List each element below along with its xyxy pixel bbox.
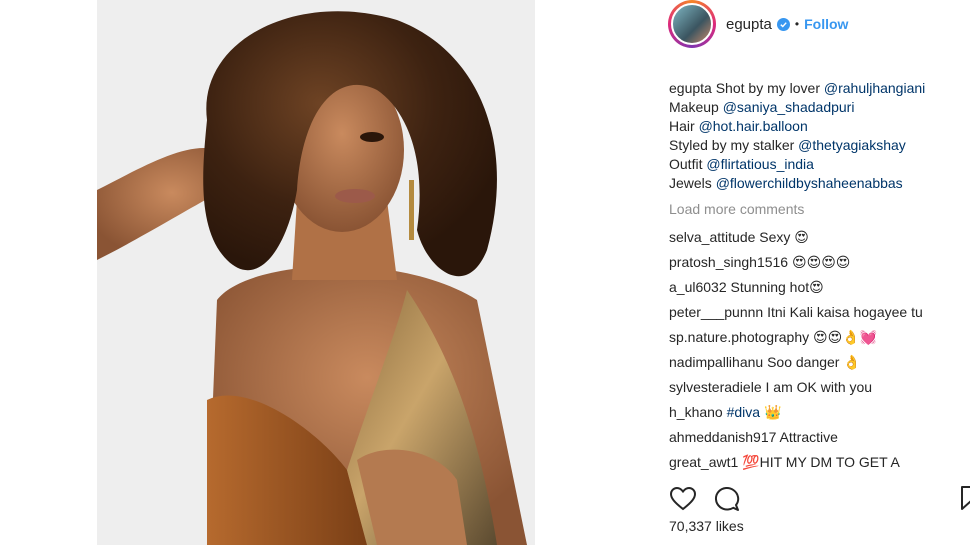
post-photo[interactable] — [97, 0, 535, 545]
caption-text: Shot by my lover — [715, 80, 824, 96]
comment-text: 😍😍😍😍 — [792, 254, 851, 270]
comment-username[interactable]: selva_attitude — [669, 229, 755, 245]
comment-item: ahmeddanish917 Attractive — [669, 425, 969, 450]
comment-hashtag[interactable]: #diva — [727, 404, 760, 420]
caption-text: Outfit — [669, 156, 707, 172]
load-more-comments-button[interactable]: Load more comments — [669, 200, 969, 219]
avatar[interactable] — [668, 0, 716, 48]
comment-text: Attractive — [779, 429, 838, 445]
comment-username[interactable]: ahmeddanish917 — [669, 429, 776, 445]
verified-badge-icon — [776, 17, 790, 31]
post-actions-bar — [669, 485, 970, 513]
comment-username[interactable]: peter___punnn — [669, 304, 763, 320]
portrait-photo-illustration — [97, 0, 535, 545]
caption-text: Jewels — [669, 175, 716, 191]
comment-text: Stunning hot😍 — [730, 279, 824, 295]
caption-mention[interactable]: @flowerchildbyshaheenabbas — [716, 175, 903, 191]
post-header: egupta • Follow — [668, 0, 848, 48]
comment-username[interactable]: sp.nature.photography — [669, 329, 809, 345]
caption-text: Makeup — [669, 99, 723, 115]
comment-item: sylvesteradiele I am OK with you — [669, 375, 969, 400]
comment-text: 👑 — [760, 404, 782, 420]
caption-text: Hair — [669, 118, 699, 134]
caption-line: Outfit @flirtatious_india — [669, 155, 969, 174]
bookmark-icon[interactable] — [960, 485, 970, 511]
comments-list: egupta Shot by my lover @rahuljhangiani … — [669, 79, 969, 475]
comment-text: Soo danger 👌 — [767, 354, 861, 370]
caption-username[interactable]: egupta — [669, 80, 712, 96]
caption-line: Hair @hot.hair.balloon — [669, 117, 969, 136]
caption-line: Jewels @flowerchildbyshaheenabbas — [669, 174, 969, 193]
separator-dot: • — [794, 17, 800, 31]
caption-mention[interactable]: @flirtatious_india — [706, 156, 814, 172]
comment-username[interactable]: nadimpallihanu — [669, 354, 763, 370]
caption-line: Styled by my stalker @thetyagiakshay — [669, 136, 969, 155]
header-username[interactable]: egupta — [726, 16, 772, 33]
comment-item: pratosh_singh1516 😍😍😍😍 — [669, 250, 969, 275]
avatar-image — [671, 3, 713, 45]
caption-mention[interactable]: @hot.hair.balloon — [699, 118, 808, 134]
comment-icon[interactable] — [713, 486, 740, 513]
comment-username[interactable]: a_ul6032 — [669, 279, 727, 295]
comment-username[interactable]: sylvesteradiele — [669, 379, 762, 395]
likes-count[interactable]: 70,337 likes — [669, 518, 744, 534]
post-sidebar: egupta • Follow egupta Shot by my lover … — [650, 0, 970, 545]
caption-mention[interactable]: @saniya_shadadpuri — [723, 99, 855, 115]
heart-icon[interactable] — [669, 486, 696, 513]
caption-line: egupta Shot by my lover @rahuljhangiani — [669, 79, 969, 98]
comment-username[interactable]: pratosh_singh1516 — [669, 254, 788, 270]
comment-item: selva_attitude Sexy 😍 — [669, 225, 969, 250]
comment-text: 💯HIT MY DM TO GET A — [742, 454, 900, 470]
follow-button[interactable]: Follow — [804, 16, 848, 32]
comment-text: 😍😍👌💓 — [813, 329, 878, 345]
comment-text: Sexy 😍 — [759, 229, 809, 245]
comment-item: h_khano #diva 👑 — [669, 400, 969, 425]
post-media-area — [0, 0, 650, 545]
comment-text: I am OK with you — [765, 379, 873, 395]
comment-item: sp.nature.photography 😍😍👌💓 — [669, 325, 969, 350]
comment-item: nadimpallihanu Soo danger 👌 — [669, 350, 969, 375]
comment-username[interactable]: h_khano — [669, 404, 723, 420]
comment-item: great_awt1 💯HIT MY DM TO GET A — [669, 450, 969, 475]
caption-line: Makeup @saniya_shadadpuri — [669, 98, 969, 117]
comment-item: a_ul6032 Stunning hot😍 — [669, 275, 969, 300]
caption-mention[interactable]: @thetyagiakshay — [798, 137, 906, 153]
caption-mention[interactable]: @rahuljhangiani — [824, 80, 925, 96]
comment-username[interactable]: great_awt1 — [669, 454, 738, 470]
comment-item: peter___punnn Itni Kali kaisa hogayee tu — [669, 300, 969, 325]
comment-text: Itni Kali kaisa hogayee tu — [767, 304, 923, 320]
caption-text: Styled by my stalker — [669, 137, 799, 153]
